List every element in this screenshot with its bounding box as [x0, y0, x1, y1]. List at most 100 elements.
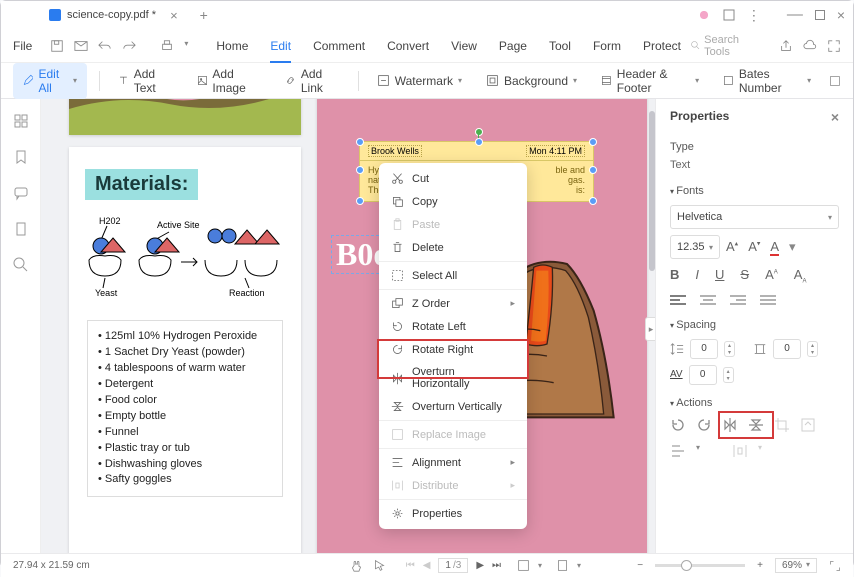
ctx-select-all[interactable]: Select All	[379, 264, 527, 287]
rotate-left-action-icon[interactable]	[670, 417, 686, 433]
ctx-delete[interactable]: Delete	[379, 236, 527, 259]
attachment-icon[interactable]	[13, 221, 29, 237]
spinner[interactable]: ▴▾	[724, 341, 735, 357]
flip-horizontal-action-icon[interactable]	[722, 417, 738, 433]
prev-page-icon[interactable]: ◀	[423, 560, 431, 571]
bates-button[interactable]: Bates Number▾	[717, 63, 817, 99]
resize-handle[interactable]	[589, 166, 597, 174]
resize-handle[interactable]	[475, 138, 483, 146]
ctx-rotate-left[interactable]: Rotate Left	[379, 315, 527, 338]
print-icon[interactable]	[160, 39, 174, 53]
font-color-icon[interactable]: A	[770, 239, 779, 256]
menu-page[interactable]: Page	[499, 39, 527, 53]
ctx-rotate-right[interactable]: Rotate Right	[379, 338, 527, 361]
undo-icon[interactable]	[98, 39, 112, 53]
zoom-input[interactable]: 69%▾	[775, 558, 817, 573]
subscript-icon[interactable]: AA	[794, 267, 807, 285]
resize-handle[interactable]	[356, 166, 364, 174]
resize-handle[interactable]	[589, 197, 597, 205]
maximize-button[interactable]	[815, 10, 825, 20]
collapse-panel-icon[interactable]: ▸	[645, 317, 655, 341]
ctx-z-order[interactable]: Z Order▸	[379, 292, 527, 315]
menu-view[interactable]: View	[451, 39, 477, 53]
actions-section[interactable]: Actions	[670, 397, 839, 409]
expand-icon[interactable]	[827, 39, 841, 53]
cloud-icon[interactable]	[803, 39, 817, 53]
fullscreen-icon[interactable]	[829, 560, 841, 572]
add-link-button[interactable]: Add Link	[279, 63, 346, 99]
bold-icon[interactable]: B	[670, 267, 679, 285]
spacing-section[interactable]: Spacing	[670, 319, 839, 331]
superscript-icon[interactable]: AA	[765, 267, 778, 285]
menu-edit[interactable]: Edit	[270, 39, 291, 63]
file-menu[interactable]: File	[13, 39, 32, 53]
italic-icon[interactable]: I	[695, 267, 699, 285]
document-tab[interactable]: science-copy.pdf * ×	[37, 3, 190, 27]
menu-tool[interactable]: Tool	[549, 39, 571, 53]
close-tab-icon[interactable]: ×	[170, 8, 178, 23]
strikethrough-icon[interactable]: S	[740, 267, 749, 285]
crop-action-icon[interactable]	[774, 417, 790, 433]
ctx-alignment[interactable]: Alignment▸	[379, 451, 527, 474]
ctx-overturn-v[interactable]: Overturn Vertically	[379, 395, 527, 418]
document-canvas[interactable]: W Materials: H202 Active Site Yeast	[41, 99, 655, 553]
first-page-icon[interactable]: ⏮	[406, 560, 415, 571]
zoom-slider[interactable]	[655, 564, 745, 567]
ctx-overturn-h[interactable]: Overturn Horizontally	[379, 361, 527, 395]
next-page-icon[interactable]: ▶	[476, 560, 484, 571]
bookmark-icon[interactable]	[13, 149, 29, 165]
align-center-icon[interactable]	[700, 295, 716, 307]
align-justify-icon[interactable]	[760, 295, 776, 307]
add-text-button[interactable]: Add Text	[112, 63, 179, 99]
more-tools-icon[interactable]	[829, 74, 841, 88]
page-input[interactable]: 1	[445, 560, 451, 571]
last-page-icon[interactable]: ⏭	[492, 560, 501, 571]
window-icon[interactable]	[723, 9, 735, 21]
theme-icon[interactable]	[697, 8, 711, 22]
menu-form[interactable]: Form	[593, 39, 621, 53]
para-spacing-input[interactable]: 0	[773, 339, 801, 359]
watermark-button[interactable]: Watermark▾	[371, 70, 468, 92]
close-button[interactable]: ×	[837, 7, 845, 23]
font-decrease-icon[interactable]: A▾	[748, 239, 760, 256]
ctx-cut[interactable]: Cut	[379, 167, 527, 190]
new-tab-button[interactable]: +	[200, 7, 208, 23]
fit-icon[interactable]	[556, 559, 569, 572]
ctx-properties[interactable]: Properties	[379, 502, 527, 525]
more-icon[interactable]: ⋮	[747, 7, 761, 24]
font-increase-icon[interactable]: A▴	[726, 239, 738, 256]
flip-vertical-action-icon[interactable]	[748, 417, 764, 433]
thumbnails-icon[interactable]	[13, 113, 29, 129]
background-button[interactable]: Background▾	[480, 70, 583, 92]
align-left-icon[interactable]	[670, 295, 686, 307]
mail-icon[interactable]	[74, 39, 88, 53]
fonts-section[interactable]: Fonts	[670, 185, 839, 197]
print-caret-icon[interactable]: ▾	[184, 39, 188, 53]
menu-comment[interactable]: Comment	[313, 39, 365, 53]
replace-action-icon[interactable]	[800, 417, 816, 433]
close-panel-icon[interactable]: ×	[831, 109, 839, 125]
minimize-button[interactable]: —	[787, 6, 803, 24]
add-image-button[interactable]: Add Image	[191, 63, 267, 99]
select-tool-icon[interactable]	[373, 559, 386, 572]
distribute-action-icon[interactable]	[732, 443, 748, 459]
align-right-icon[interactable]	[730, 295, 746, 307]
ctx-copy[interactable]: Copy	[379, 190, 527, 213]
underline-icon[interactable]: U	[715, 267, 724, 285]
resize-handle[interactable]	[356, 197, 364, 205]
zoom-out-icon[interactable]: −	[637, 560, 643, 571]
header-footer-button[interactable]: Header & Footer▾	[595, 63, 705, 99]
edit-all-button[interactable]: Edit All ▾	[13, 63, 87, 99]
search-tools[interactable]: Search Tools	[691, 34, 757, 58]
zoom-in-icon[interactable]: +	[757, 560, 763, 571]
spinner[interactable]: ▴▾	[723, 367, 734, 383]
menu-convert[interactable]: Convert	[387, 39, 429, 53]
resize-handle[interactable]	[589, 138, 597, 146]
rotate-right-action-icon[interactable]	[696, 417, 712, 433]
rotate-handle[interactable]	[475, 128, 483, 136]
zoom-thumb[interactable]	[681, 560, 692, 571]
view-mode-icon[interactable]	[517, 559, 530, 572]
save-icon[interactable]	[50, 39, 64, 53]
redo-icon[interactable]	[122, 39, 136, 53]
menu-home[interactable]: Home	[216, 39, 248, 53]
